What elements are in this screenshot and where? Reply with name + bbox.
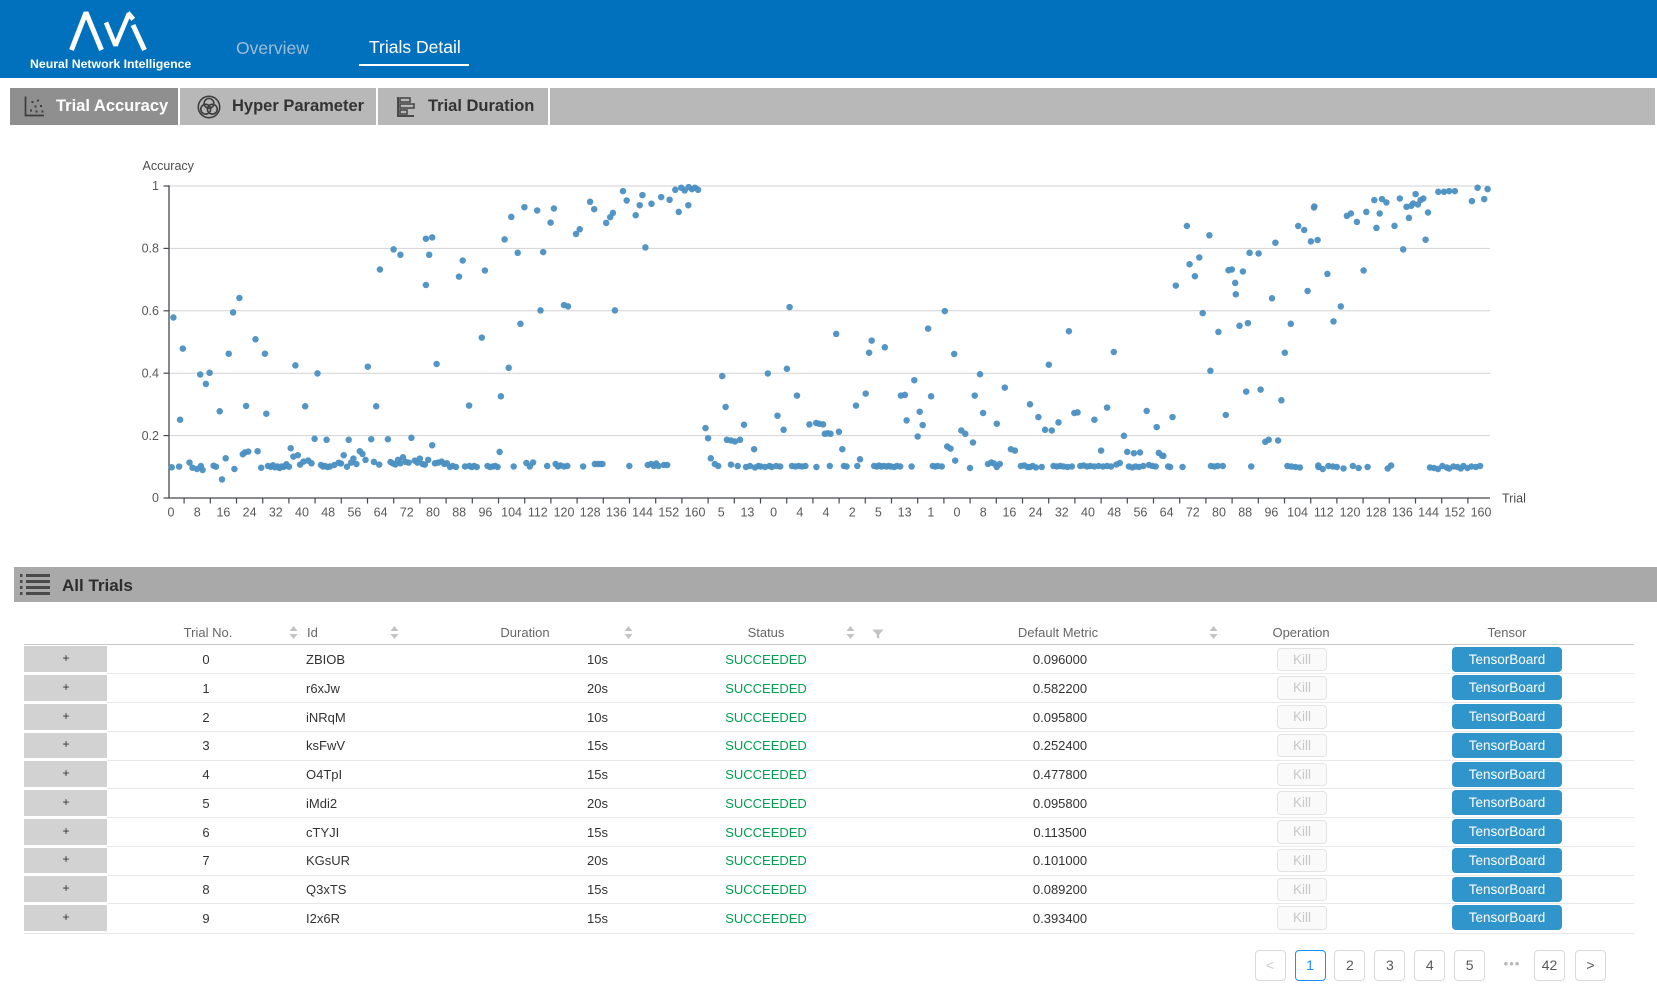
svg-text:160: 160	[685, 506, 706, 520]
svg-text:96: 96	[1264, 506, 1278, 520]
svg-text:0: 0	[152, 491, 159, 505]
svg-text:64: 64	[374, 506, 388, 520]
svg-text:0: 0	[770, 506, 777, 520]
svg-text:112: 112	[528, 506, 548, 520]
svg-text:152: 152	[658, 506, 679, 520]
svg-text:0: 0	[954, 506, 961, 520]
svg-text:40: 40	[1081, 506, 1095, 520]
svg-text:0: 0	[168, 506, 175, 520]
svg-text:120: 120	[554, 506, 575, 520]
svg-text:0.2: 0.2	[142, 429, 159, 443]
svg-text:1: 1	[927, 506, 934, 520]
svg-text:144: 144	[1418, 506, 1439, 520]
svg-text:40: 40	[295, 506, 309, 520]
svg-text:4: 4	[796, 506, 803, 520]
svg-text:32: 32	[1055, 506, 1069, 520]
svg-text:80: 80	[1212, 506, 1226, 520]
svg-text:Accuracy: Accuracy	[143, 159, 195, 173]
svg-text:13: 13	[898, 506, 912, 520]
svg-text:136: 136	[1392, 506, 1413, 520]
svg-text:144: 144	[632, 506, 653, 520]
svg-text:16: 16	[216, 506, 230, 520]
svg-text:136: 136	[606, 506, 627, 520]
svg-text:64: 64	[1160, 506, 1174, 520]
svg-text:72: 72	[400, 506, 414, 520]
svg-text:80: 80	[426, 506, 440, 520]
svg-text:16: 16	[1002, 506, 1016, 520]
svg-text:8: 8	[194, 506, 201, 520]
svg-text:Trial: Trial	[1502, 492, 1526, 506]
svg-text:160: 160	[1471, 506, 1492, 520]
svg-text:48: 48	[1107, 506, 1121, 520]
svg-text:0.4: 0.4	[142, 366, 159, 380]
svg-text:112: 112	[1314, 506, 1334, 520]
svg-text:48: 48	[321, 506, 335, 520]
svg-text:5: 5	[875, 506, 882, 520]
svg-text:1: 1	[152, 179, 159, 193]
svg-text:88: 88	[1238, 506, 1252, 520]
svg-text:24: 24	[243, 506, 257, 520]
svg-text:128: 128	[580, 506, 601, 520]
svg-text:56: 56	[1133, 506, 1147, 520]
svg-text:152: 152	[1444, 506, 1465, 520]
svg-text:4: 4	[823, 506, 830, 520]
svg-text:56: 56	[347, 506, 361, 520]
svg-text:2: 2	[849, 506, 856, 520]
svg-text:5: 5	[718, 506, 725, 520]
svg-text:96: 96	[478, 506, 492, 520]
svg-text:32: 32	[269, 506, 283, 520]
svg-text:13: 13	[740, 506, 754, 520]
svg-text:0.6: 0.6	[142, 304, 159, 318]
svg-text:72: 72	[1186, 506, 1200, 520]
svg-text:104: 104	[501, 506, 522, 520]
svg-text:128: 128	[1366, 506, 1387, 520]
svg-text:8: 8	[980, 506, 987, 520]
svg-text:104: 104	[1287, 506, 1308, 520]
svg-text:24: 24	[1029, 506, 1043, 520]
svg-text:0.8: 0.8	[142, 242, 159, 256]
svg-text:88: 88	[452, 506, 466, 520]
svg-text:120: 120	[1340, 506, 1361, 520]
